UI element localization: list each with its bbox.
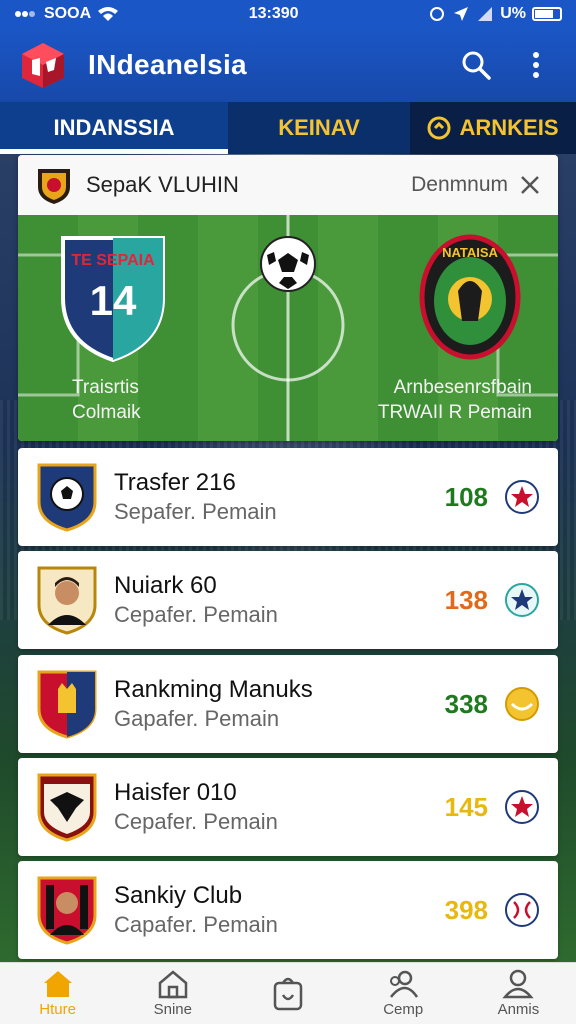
item-texts: Haisfer 010 Cepafer. Pemain	[114, 778, 445, 836]
tab-keinav[interactable]: KEINAV	[228, 102, 410, 154]
away-team-badge[interactable]: NATAISA	[418, 231, 522, 361]
ball-star-icon[interactable]	[504, 479, 540, 515]
match-card[interactable]: SepaK VLUHIN Denmnum TE SEPAIA 14 NATAIS…	[18, 155, 558, 441]
nav-label: Anmis	[497, 1001, 540, 1018]
bottom-nav: Hture Snine Cemp Anmis	[0, 962, 576, 1024]
sync-icon	[430, 7, 445, 21]
battery-icon	[531, 7, 562, 21]
soccer-ball-icon	[260, 236, 316, 292]
house-outline-icon	[158, 970, 188, 999]
item-texts: Nuiark 60 Cepafer. Pemain	[114, 571, 445, 629]
star-ball-icon[interactable]	[504, 582, 540, 618]
league-logo-icon	[38, 169, 70, 204]
tab-label: INDANSSIA	[53, 115, 175, 140]
item-title: Nuiark 60	[114, 572, 217, 599]
list-item[interactable]: Haisfer 010 Cepafer. Pemain 145	[18, 758, 558, 856]
item-title: Rankming Manuks	[114, 676, 313, 703]
status-left: SOOA	[14, 5, 119, 23]
club-player-badge-icon	[37, 876, 97, 945]
home-team-name: Traisrtis Colmaik	[72, 375, 141, 425]
tab-label: KEINAV	[278, 115, 360, 140]
app-logo[interactable]	[18, 40, 68, 90]
item-value: 338	[444, 688, 488, 719]
app-title: INdeanelsia	[88, 49, 247, 80]
eagle-badge-icon	[37, 773, 97, 842]
item-value: 145	[444, 791, 488, 822]
person-icon	[502, 969, 535, 999]
ball-star-icon[interactable]	[504, 789, 540, 825]
ball-icon[interactable]	[504, 892, 540, 928]
item-title: Sankiy Club	[114, 882, 243, 909]
coin-icon[interactable]	[504, 686, 540, 722]
location-icon	[454, 7, 469, 21]
tab-arnkeis[interactable]: ARNKEIS	[410, 102, 576, 154]
away-badge-text: NATAISA	[442, 245, 498, 260]
tab-label: ARNKEIS	[459, 115, 559, 140]
item-texts: Rankming Manuks Gapafer. Pemain	[114, 675, 445, 733]
home-name-line1: Traisrtis	[72, 377, 139, 398]
item-subtitle: Cepafer. Pemain	[114, 809, 278, 834]
nav-label: Hture	[39, 1001, 76, 1018]
home-badge-number: 14	[90, 277, 137, 324]
list-item[interactable]: Sankiy Club Capafer. Pemain 398	[18, 861, 558, 959]
status-bar: SOOA 13:390 U%	[0, 0, 576, 28]
match-title: SepaK VLUHIN	[86, 172, 239, 197]
nav-label: Cemp	[383, 1001, 424, 1018]
nav-snine[interactable]: Snine	[115, 963, 230, 1024]
nav-label: Snine	[153, 1001, 192, 1018]
trophy-icon	[427, 116, 451, 140]
home-team-badge[interactable]: TE SEPAIA 14	[58, 233, 168, 363]
home-badge-text: TE SEPAIA	[71, 252, 155, 269]
list-item[interactable]: Nuiark 60 Cepafer. Pemain 138	[18, 551, 558, 649]
network-icon	[478, 7, 493, 21]
list-item[interactable]: Rankming Manuks Gapafer. Pemain 338	[18, 655, 558, 753]
item-title: Haisfer 010	[114, 779, 237, 806]
club-crest-icon	[37, 670, 97, 739]
item-title: Trasfer 216	[114, 469, 236, 496]
bag-icon	[273, 977, 303, 1010]
item-value: 138	[444, 584, 488, 615]
item-subtitle: Sepafer. Pemain	[114, 499, 277, 524]
item-subtitle: Capafer. Pemain	[114, 912, 278, 937]
tab-indanssia[interactable]: INDANSSIA	[0, 102, 228, 154]
home-icon	[43, 971, 72, 997]
nav-cemp[interactable]: Cemp	[346, 963, 461, 1024]
club-badge-icon	[37, 463, 97, 532]
nav-bag[interactable]	[230, 963, 345, 1024]
away-name-line2: TRWAII R Pemain	[377, 402, 532, 423]
match-header: SepaK VLUHIN Denmnum	[18, 155, 558, 215]
battery-percent: U%	[500, 5, 526, 22]
item-texts: Sankiy Club Capafer. Pemain	[114, 881, 445, 939]
carrier-text: SOOA	[44, 5, 92, 22]
more-vertical-icon	[533, 52, 539, 78]
nav-home[interactable]: Hture	[0, 963, 115, 1024]
app-bar: INdeanelsia	[0, 28, 576, 102]
status-right: U%	[428, 5, 562, 23]
item-subtitle: Gapafer. Pemain	[114, 706, 280, 731]
list-item[interactable]: Trasfer 216 Sepafer. Pemain 108	[18, 448, 558, 546]
item-texts: Trasfer 216 Sepafer. Pemain	[114, 468, 445, 526]
search-icon	[462, 51, 491, 80]
clock-text: 13:390	[248, 5, 299, 22]
away-name-line1: Arnbesenrsfbain	[393, 377, 532, 398]
away-team-name: Arnbesenrsfbain TRWAII R Pemain	[378, 375, 532, 425]
home-name-line2: Colmaik	[72, 402, 141, 423]
item-value: 108	[444, 481, 488, 512]
item-value: 398	[444, 894, 488, 925]
signal-icon	[15, 11, 35, 17]
nav-anmis[interactable]: Anmis	[461, 963, 576, 1024]
close-icon[interactable]	[520, 175, 540, 195]
more-menu-button[interactable]	[514, 43, 558, 87]
search-button[interactable]	[454, 43, 498, 87]
logo-cube-icon	[22, 43, 64, 88]
tab-bar: INDANSSIA KEINAV ARNKEIS	[0, 102, 576, 154]
item-subtitle: Cepafer. Pemain	[114, 602, 278, 627]
people-icon	[390, 970, 419, 998]
pitch-area: TE SEPAIA 14 NATAISA Traisrtis Colmaik A…	[18, 215, 558, 441]
wifi-icon	[98, 7, 119, 21]
player-badge-icon	[37, 566, 97, 635]
match-status: Denmnum	[411, 173, 508, 196]
